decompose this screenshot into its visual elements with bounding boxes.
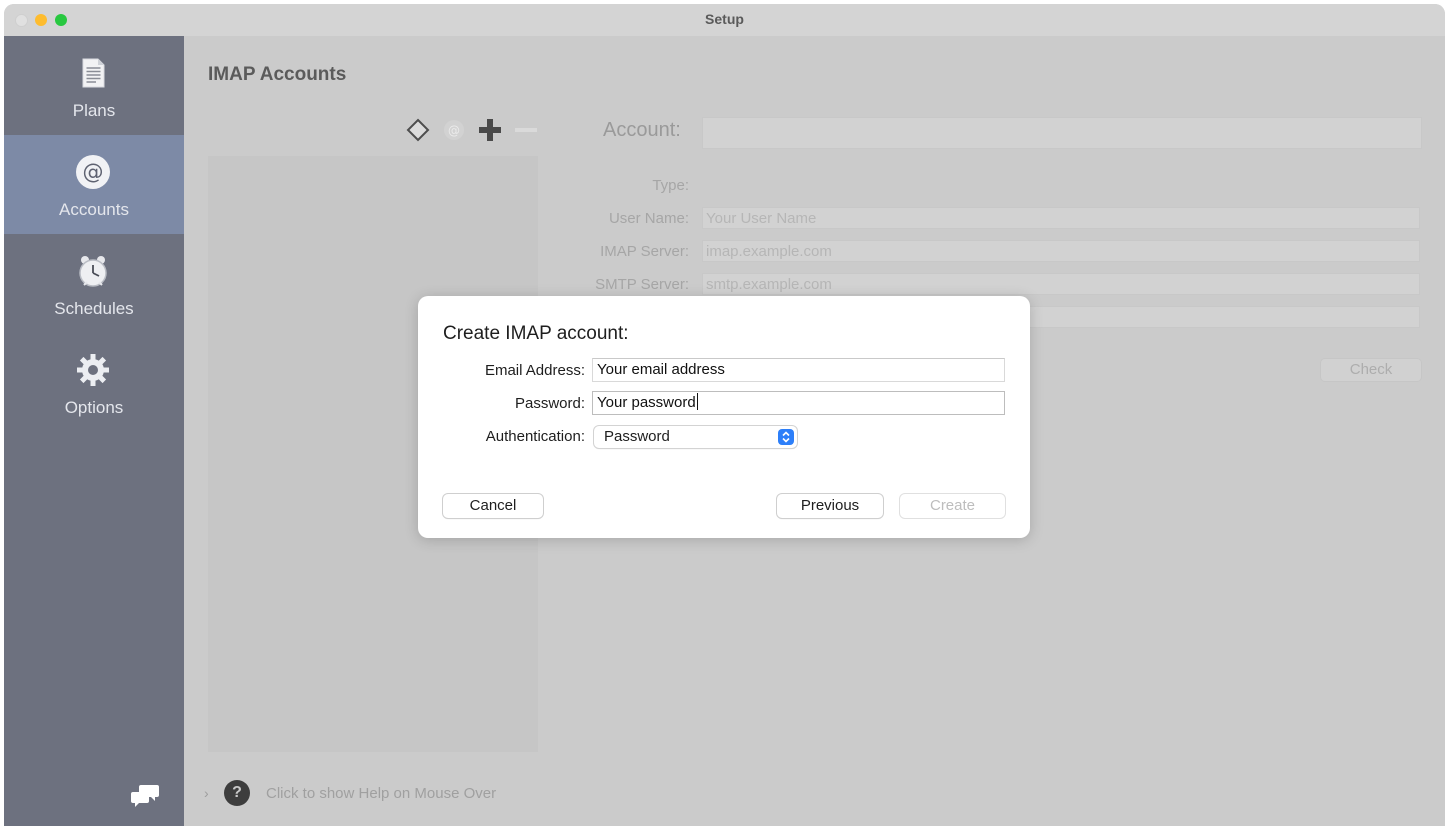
create-button[interactable]: Create [900, 494, 1005, 518]
type-label: Type: [652, 177, 689, 194]
email-address-label: Email Address: [484, 362, 585, 379]
imap-server-label: IMAP Server: [600, 243, 689, 260]
sidebar-item-label: Schedules [54, 299, 134, 318]
chevron-right-icon[interactable]: › [204, 785, 209, 801]
password-label: Password: [514, 395, 585, 412]
alarm-clock-icon [79, 256, 107, 287]
chevron-up-down-icon [778, 429, 794, 445]
svg-text:@: @ [83, 160, 104, 184]
gear-icon [77, 354, 109, 386]
imap-server-field[interactable]: imap.example.com [702, 240, 1420, 262]
authentication-selected-value: Password [604, 428, 670, 445]
chat-bubbles-icon[interactable] [130, 782, 160, 808]
previous-button[interactable]: Previous [777, 494, 883, 518]
help-bar[interactable]: › ? Click to show Help on Mouse Over [204, 780, 604, 808]
username-label: User Name: [608, 210, 689, 227]
smtp-server-label: SMTP Server: [595, 276, 689, 293]
account-list-toolbar: @ [406, 118, 546, 142]
authentication-select[interactable]: Password [594, 426, 797, 448]
password-value: Your password [597, 394, 696, 411]
sidebar-item-label: Options [64, 398, 124, 417]
help-text[interactable]: Click to show Help on Mouse Over [266, 785, 496, 802]
authentication-label: Authentication: [485, 428, 585, 445]
minus-icon[interactable] [514, 118, 538, 142]
text-cursor [696, 393, 698, 410]
username-field[interactable]: Your User Name [702, 207, 1420, 229]
diamond-icon[interactable] [406, 118, 430, 142]
plus-icon[interactable] [478, 118, 502, 142]
sidebar-item-accounts[interactable]: @ Accounts [4, 135, 184, 234]
svg-text:@: @ [448, 124, 460, 138]
cancel-button[interactable]: Cancel [443, 494, 543, 518]
document-icon [82, 58, 105, 88]
help-icon[interactable]: ? [224, 780, 250, 806]
smtp-server-field[interactable]: smtp.example.com [702, 273, 1420, 295]
sidebar-item-label: Accounts [59, 200, 129, 219]
account-label: Account: [603, 119, 681, 141]
sidebar-item-label: Plans [72, 101, 116, 120]
dialog-title: Create IMAP account: [443, 323, 629, 344]
sidebar-item-schedules[interactable]: Schedules [4, 234, 184, 333]
password-input[interactable]: Your password [592, 391, 1005, 415]
window-title: Setup [705, 11, 744, 27]
page-title: IMAP Accounts [208, 64, 347, 85]
email-address-input[interactable]: Your email address [592, 358, 1005, 382]
at-sign-icon[interactable]: @ [442, 118, 466, 142]
sidebar-item-options[interactable]: Options [4, 333, 184, 432]
title-bar: Setup [4, 4, 1445, 37]
create-imap-account-dialog: Create IMAP account: Email Address: Your… [418, 296, 1030, 538]
sidebar: Plans @ Accounts Schedules Options [4, 36, 184, 826]
check-button[interactable]: Check [1320, 358, 1422, 382]
email-address-value: Your email address [597, 361, 725, 378]
account-name-field[interactable] [702, 117, 1422, 149]
sidebar-item-plans[interactable]: Plans [4, 36, 184, 135]
at-sign-icon: @ [76, 155, 110, 189]
